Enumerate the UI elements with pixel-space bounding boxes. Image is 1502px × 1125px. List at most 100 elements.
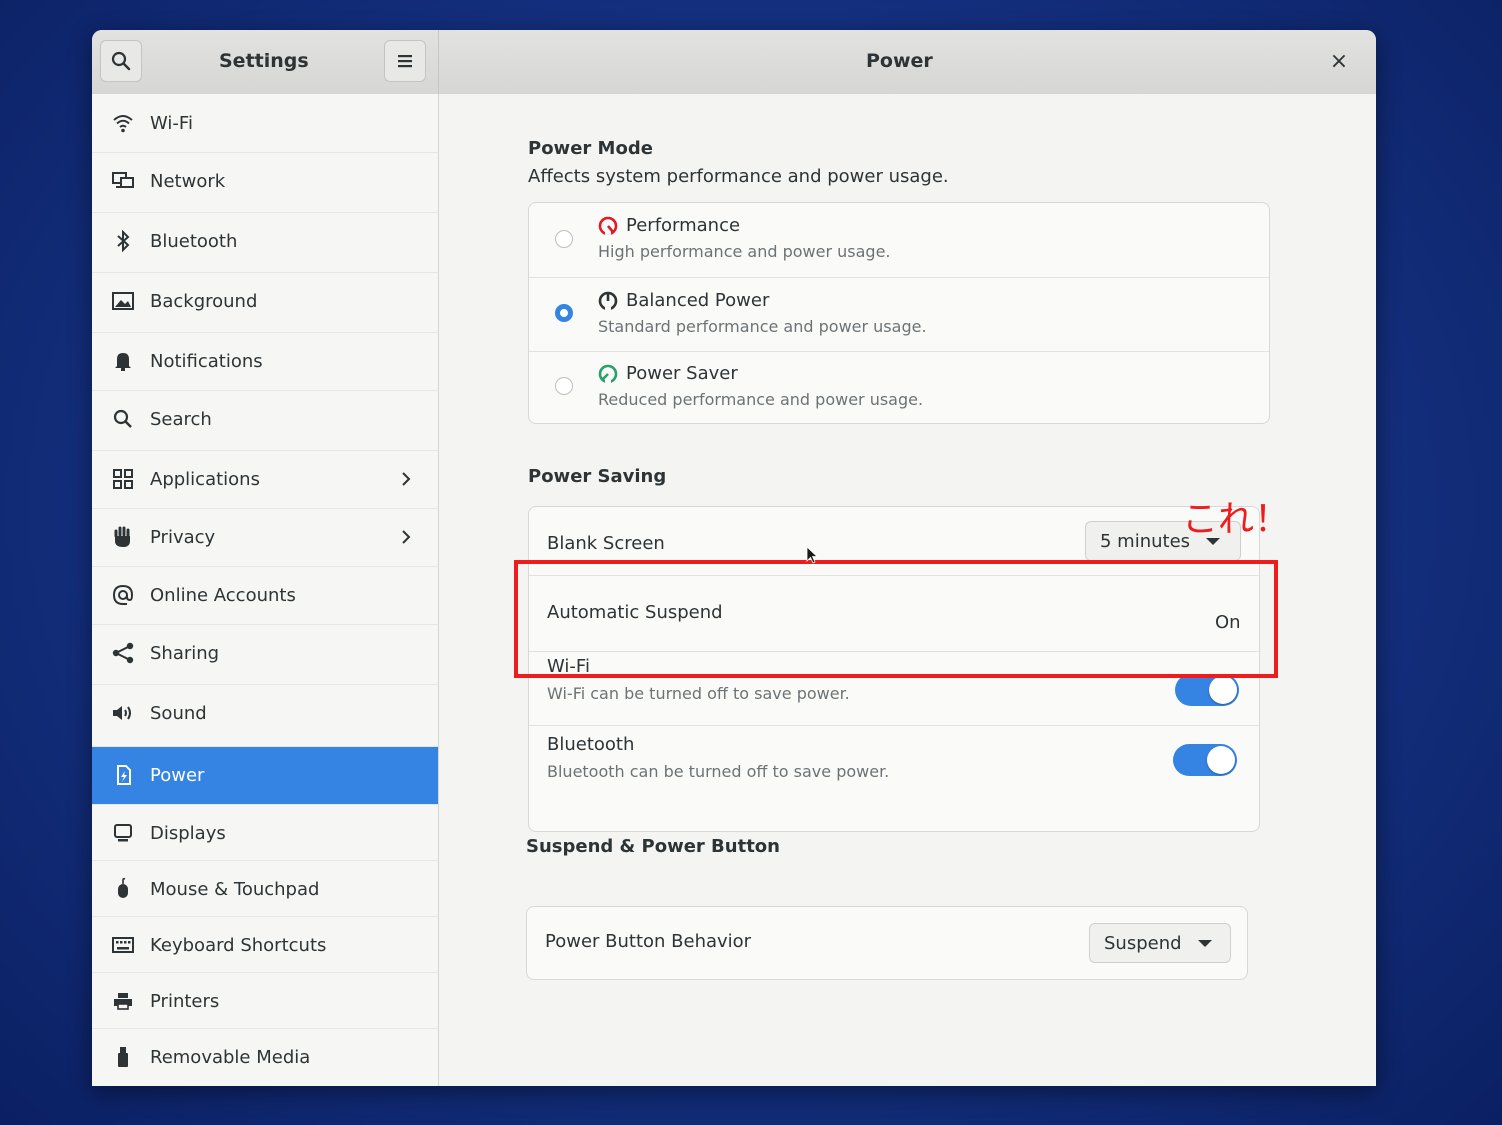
sidebar-item-bluetooth[interactable]: Bluetooth [92,212,438,270]
automatic-suspend-value: On [1215,612,1241,633]
page-title: Power [866,50,933,72]
performance-description: High performance and power usage. [598,242,891,261]
sidebar-item-label: Background [150,290,258,312]
mouse-icon [110,876,136,902]
sidebar-item-online-accounts[interactable]: Online Accounts [92,566,438,624]
wifi-icon [110,110,136,136]
sidebar-item-applications[interactable]: Applications [92,450,438,508]
settings-window: Settings Power × Wi-Fi Network Bluetooth… [92,30,1376,1086]
menu-button[interactable] [384,40,426,82]
sidebar-item-label: Power [150,764,205,786]
network-icon [110,168,136,194]
header-bar: Settings Power × [92,30,1376,95]
power-mode-option-balanced[interactable]: Balanced Power Standard performance and … [529,277,1269,351]
performance-gauge-icon [598,216,618,237]
power-mode-list: Performance High performance and power u… [528,202,1270,424]
sidebar-item-label: Network [150,170,226,192]
sidebar-item-mouse-touchpad[interactable]: Mouse & Touchpad [92,860,438,918]
automatic-suspend-label: Automatic Suspend [547,602,723,623]
search-button[interactable] [100,40,142,82]
keyboard-icon [110,932,136,958]
sidebar-item-power[interactable]: Power [92,746,438,804]
header-divider [438,30,439,94]
sidebar-item-label: Bluetooth [150,230,238,252]
sidebar-item-label: Keyboard Shortcuts [150,934,327,956]
blank-screen-value: 5 minutes [1100,530,1191,552]
sidebar-item-label: Wi-Fi [150,112,193,134]
sidebar-item-label: Printers [150,990,220,1012]
background-icon [110,288,136,314]
sidebar-item-sound[interactable]: Sound [92,684,438,742]
sidebar-item-label: Applications [150,468,260,490]
grid-icon [110,466,136,492]
toggle-knob [1209,676,1237,704]
balanced-label: Balanced Power [626,290,770,311]
power-saver-label: Power Saver [626,363,738,384]
sidebar-item-label: Search [150,408,212,430]
sidebar-item-label: Privacy [150,526,216,548]
sidebar-item-label: Displays [150,822,226,844]
sidebar-item-printers[interactable]: Printers [92,972,438,1030]
bluetooth-power-label: Bluetooth [547,734,635,755]
share-icon [110,640,136,666]
suspend-power-button-list: Power Button Behavior Suspend [526,906,1248,980]
power-button-behavior-label: Power Button Behavior [545,931,752,952]
sidebar-item-sharing[interactable]: Sharing [92,624,438,682]
automatic-suspend-row[interactable]: Automatic Suspend On [529,575,1259,651]
sidebar-item-search[interactable]: Search [92,390,438,448]
annotation-text: これ！ [1182,499,1291,540]
suspend-power-button-title: Suspend & Power Button [526,836,780,857]
wifi-power-label: Wi-Fi [547,656,590,677]
hamburger-menu-icon [398,55,412,68]
hand-icon [110,524,136,550]
wifi-power-description: Wi-Fi can be turned off to save power. [547,684,850,703]
bell-icon [110,348,136,374]
power-button-behavior-dropdown[interactable]: Suspend [1089,923,1231,963]
blank-screen-row: Blank Screen 5 minutes [529,507,1259,575]
performance-radio[interactable] [555,230,573,248]
sidebar-item-label: Sound [150,702,207,724]
sidebar-title: Settings [219,50,309,72]
chevron-right-icon [396,524,416,550]
sidebar-item-displays[interactable]: Displays [92,804,438,862]
wifi-power-row: Wi-Fi Wi-Fi can be turned off to save po… [529,651,1259,725]
bluetooth-power-row: Bluetooth Bluetooth can be turned off to… [529,725,1259,799]
wifi-power-toggle[interactable] [1175,674,1239,706]
sidebar-item-background[interactable]: Background [92,272,438,330]
at-icon [110,582,136,608]
power-mode-option-power-saver[interactable]: Power Saver Reduced performance and powe… [529,351,1269,425]
sidebar-item-label: Sharing [150,642,220,664]
sidebar-item-network[interactable]: Network [92,152,438,210]
sidebar-item-wifi[interactable]: Wi-Fi [92,94,438,152]
power-mode-subtitle: Affects system performance and power usa… [528,166,949,187]
balanced-radio[interactable] [555,304,573,322]
power-saving-list: Blank Screen 5 minutes Automatic Suspend… [528,506,1260,832]
bluetooth-power-toggle[interactable] [1173,744,1237,776]
sidebar-item-keyboard-shortcuts[interactable]: Keyboard Shortcuts [92,916,438,974]
close-button[interactable]: × [1324,46,1354,76]
sidebar-item-notifications[interactable]: Notifications [92,332,438,390]
close-icon: × [1329,48,1349,74]
sidebar-item-label: Online Accounts [150,584,296,606]
balanced-description: Standard performance and power usage. [598,317,927,336]
toggle-knob [1207,746,1235,774]
power-saving-title: Power Saving [528,466,667,487]
sidebar-item-label: Notifications [150,350,263,372]
power-mode-option-performance[interactable]: Performance High performance and power u… [529,203,1269,277]
speaker-icon [110,700,136,726]
performance-label: Performance [626,215,741,236]
sidebar-item-label: Mouse & Touchpad [150,878,320,900]
display-icon [110,820,136,846]
balanced-gauge-icon [598,291,618,312]
bluetooth-power-description: Bluetooth can be turned off to save powe… [547,762,890,781]
sidebar-item-removable-media[interactable]: Removable Media [92,1028,438,1086]
mouse-pointer-icon [806,546,818,564]
chevron-right-icon [396,466,416,492]
sidebar-item-label: Removable Media [150,1046,311,1068]
power-icon [110,762,136,788]
power-saver-radio[interactable] [555,377,573,395]
search-icon [111,51,131,71]
power-saver-description: Reduced performance and power usage. [598,390,924,409]
saver-gauge-icon [598,364,618,385]
sidebar-item-privacy[interactable]: Privacy [92,508,438,566]
